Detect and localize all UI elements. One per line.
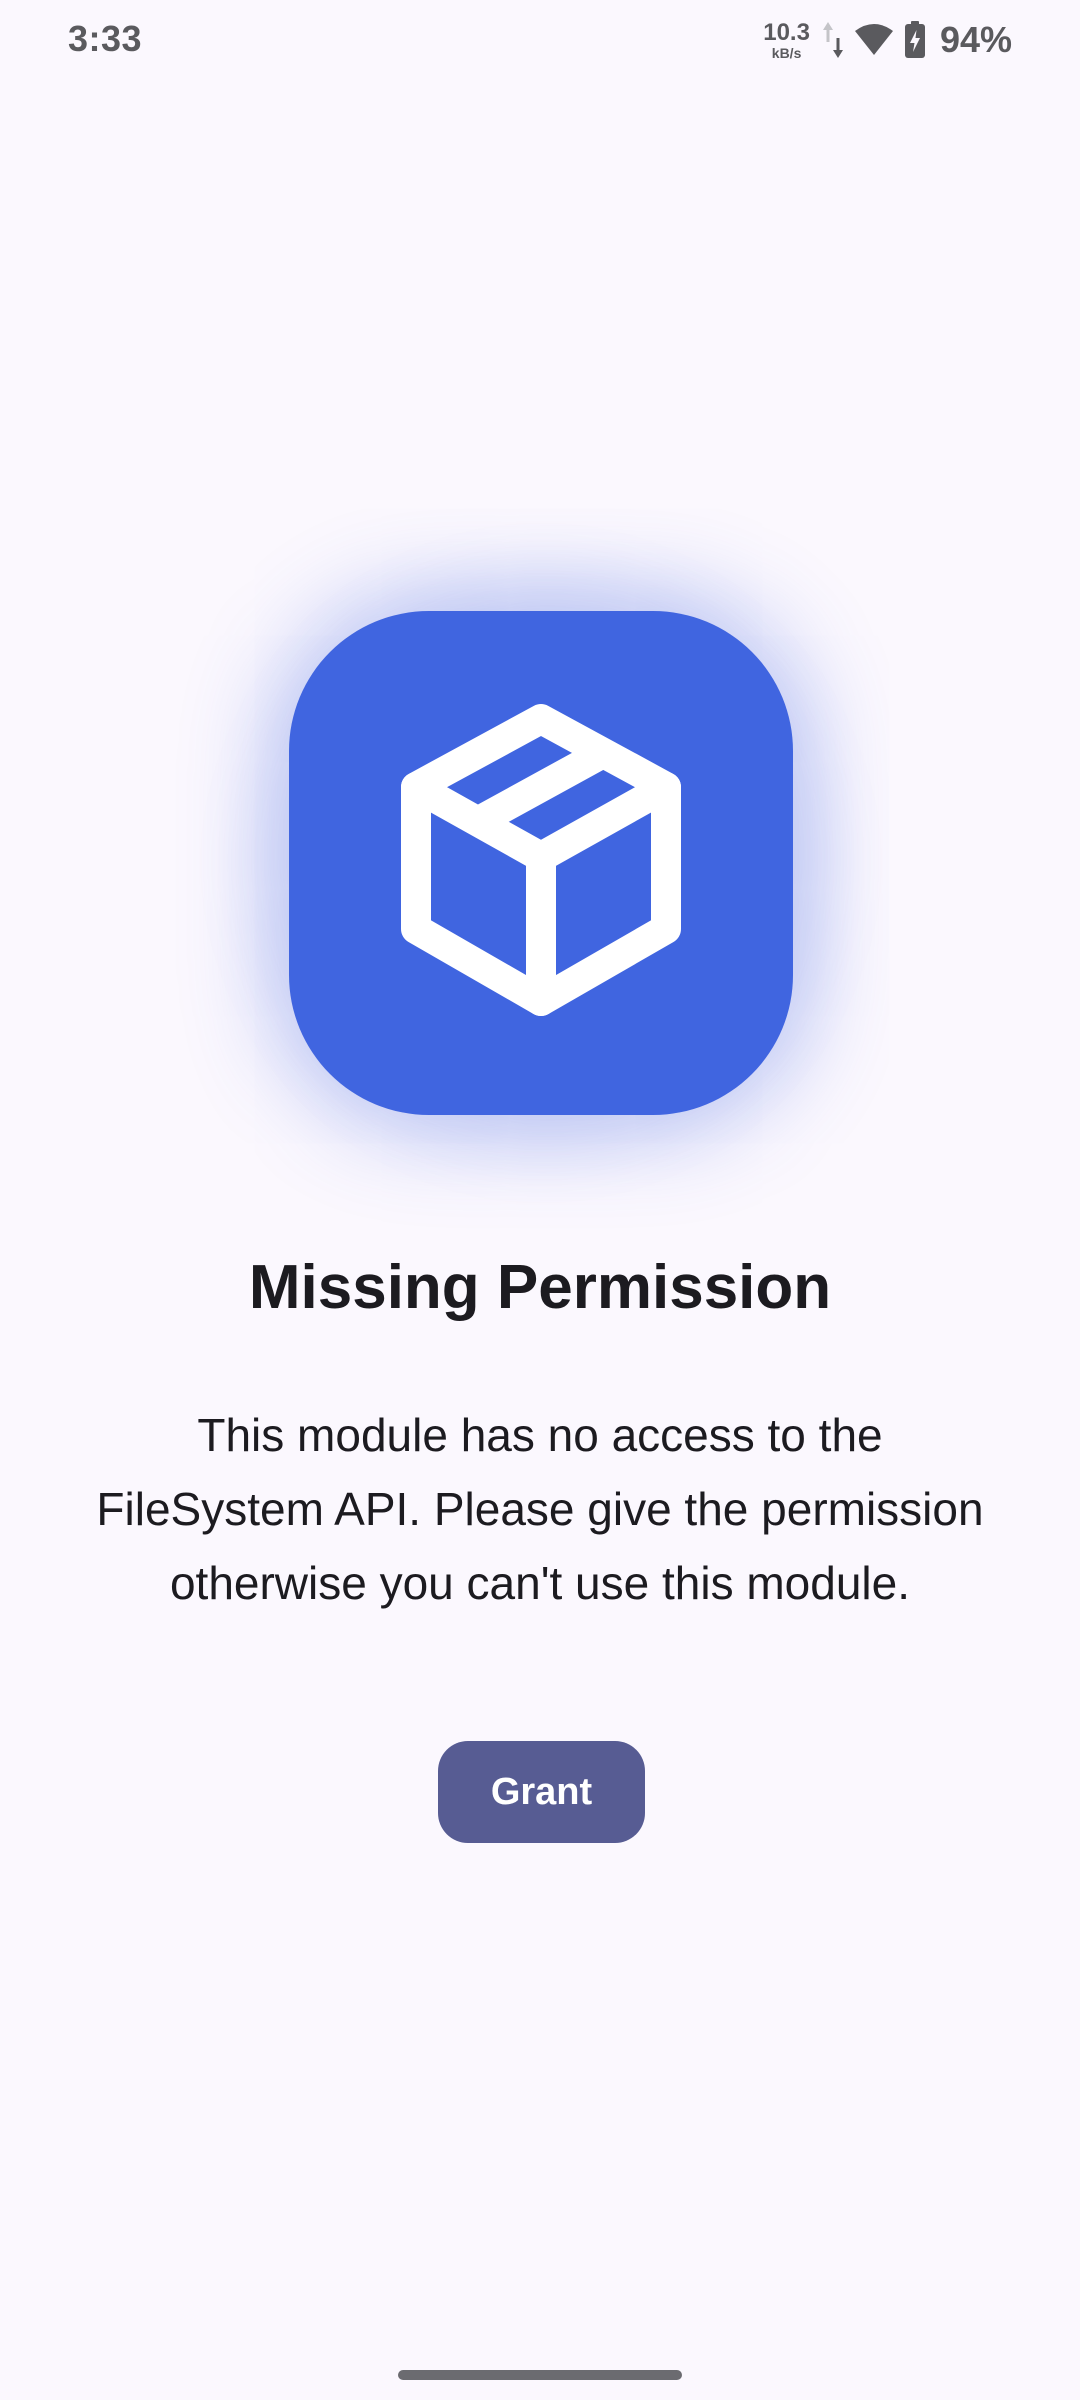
status-time: 3:33	[68, 18, 143, 59]
grant-button[interactable]: Grant	[438, 1741, 645, 1843]
network-speed-value: 10.3	[763, 18, 810, 46]
network-speed-unit: kB/s	[771, 44, 802, 61]
status-bar: 3:33 10.3 kB/s 94%	[0, 0, 1080, 80]
app-icon	[289, 611, 793, 1115]
permission-message: This module has no access to the FileSys…	[96, 1409, 984, 1609]
permission-screen: 3:33 10.3 kB/s 94% Missing Permission Th…	[0, 0, 1080, 2400]
wifi-icon	[854, 23, 894, 57]
network-speed: 10.3 kB/s	[763, 18, 810, 61]
battery-charging-icon	[904, 21, 926, 59]
data-transfer-icon	[822, 20, 844, 60]
status-icons: 10.3 kB/s 94%	[763, 18, 1012, 62]
page-title: Missing Permission	[248, 1253, 832, 1322]
app-icon-container	[229, 551, 853, 1175]
home-indicator[interactable]	[398, 2370, 682, 2380]
battery-percent: 94%	[939, 19, 1012, 60]
package-box-icon	[391, 701, 691, 1026]
